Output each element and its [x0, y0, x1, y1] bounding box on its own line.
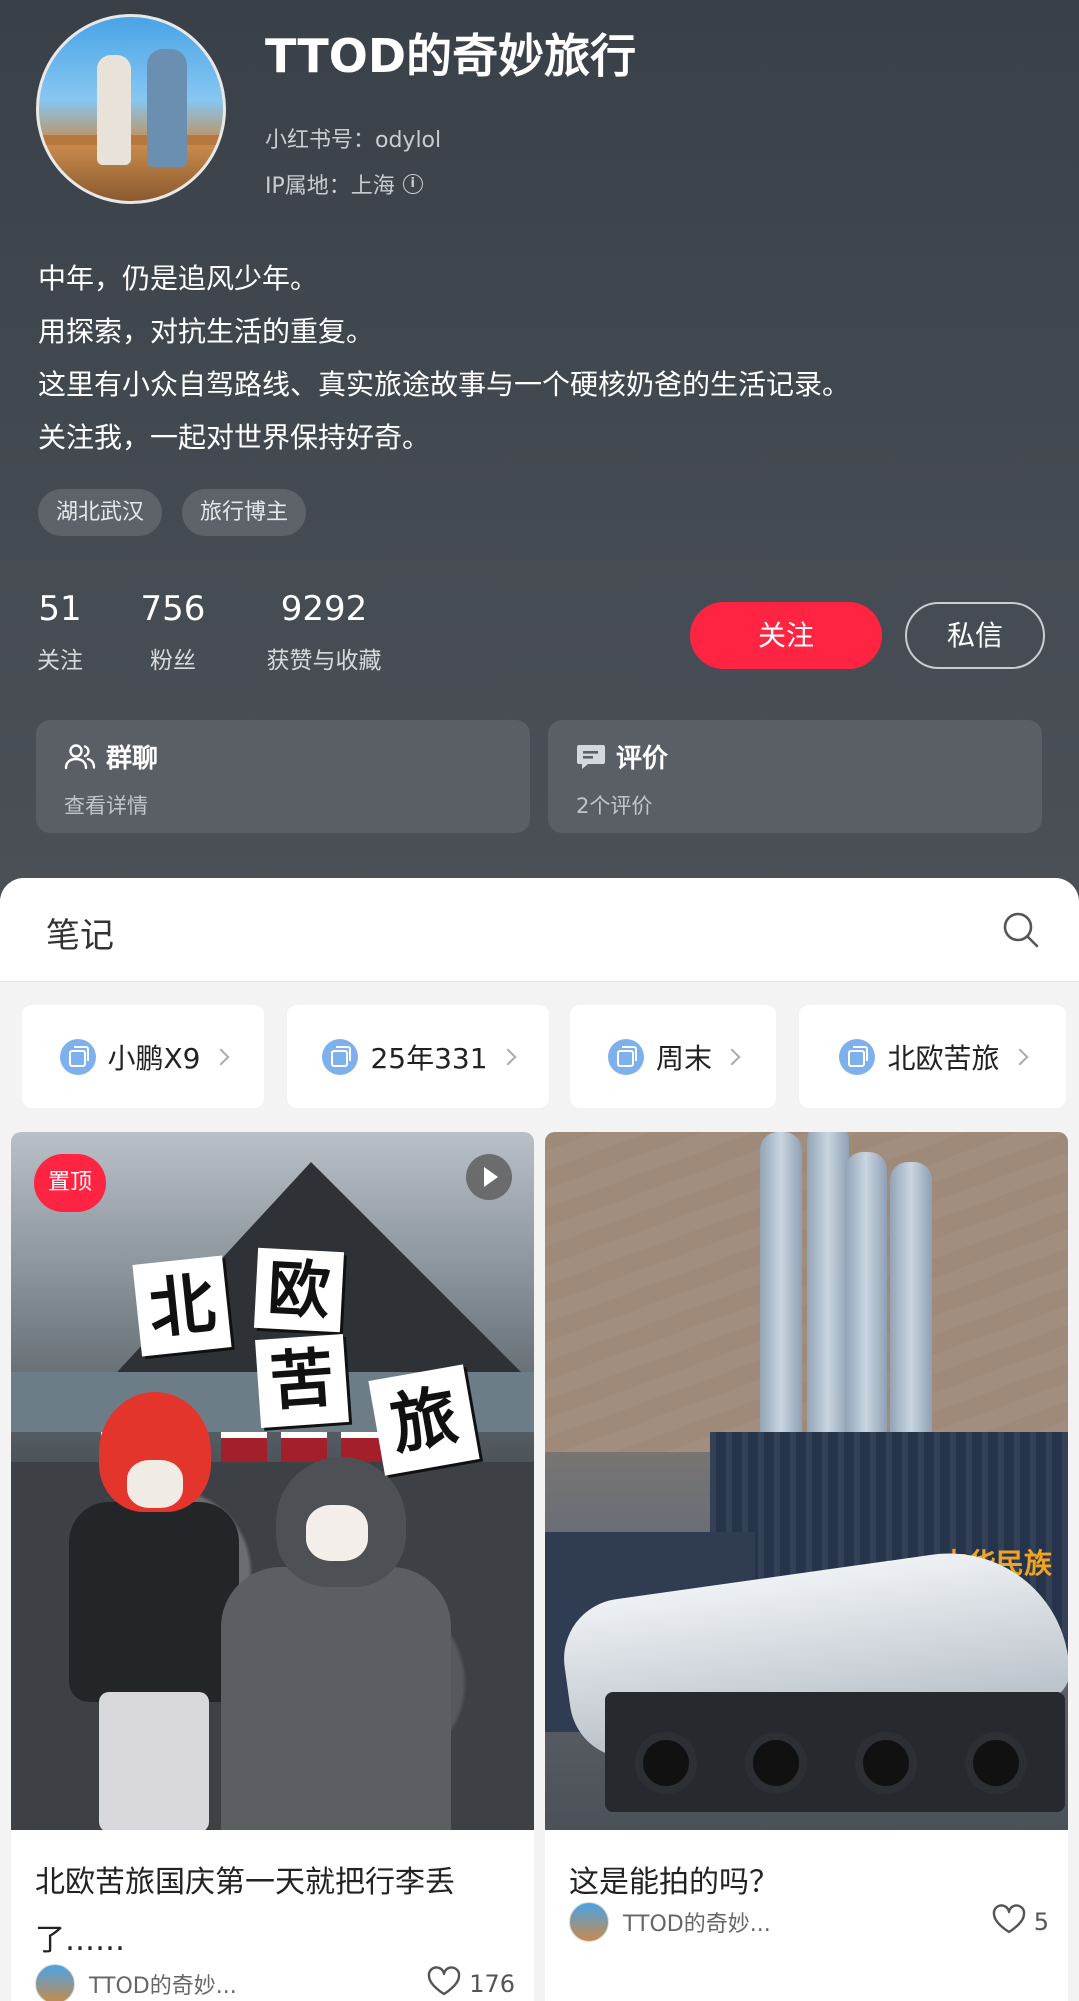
profile-tags: 湖北武汉 旅行博主 — [38, 489, 307, 536]
collection-chip[interactable]: 周末 — [570, 1005, 776, 1108]
like-button[interactable]: 176 — [427, 1966, 515, 2001]
info-icon[interactable]: i — [402, 174, 423, 194]
note-footer: TTOD的奇妙... 5 — [569, 1902, 1049, 1942]
collection-label: 北欧苦旅 — [887, 1041, 1000, 1075]
note-author[interactable]: TTOD的奇妙... — [35, 1964, 237, 2001]
bio-line: 这里有小众自驾路线、真实旅途故事与一个硬核奶爸的生活记录。 — [38, 368, 851, 401]
follow-button[interactable]: 关注 — [690, 602, 882, 669]
collection-icon — [839, 1038, 876, 1075]
note-author[interactable]: TTOD的奇妙... — [569, 1902, 771, 1942]
bio-line: 中年，仍是追风少年。 — [38, 262, 319, 295]
bio-line: 用探索，对抗生活的重复。 — [38, 315, 375, 348]
ip-location[interactable]: IP属地：上海 i — [265, 168, 423, 200]
chevron-right-icon — [723, 1048, 741, 1065]
play-icon — [466, 1154, 512, 1200]
stat-followers[interactable]: 756 粉丝 — [138, 585, 208, 675]
collection-chip[interactable]: 25年331 — [287, 1005, 549, 1108]
chevron-right-icon — [1011, 1048, 1028, 1065]
stat-following-count: 51 — [38, 589, 82, 629]
like-button[interactable]: 5 — [992, 1904, 1049, 1940]
cover-launch-tube — [807, 1132, 849, 1482]
heart-icon — [427, 1966, 461, 2001]
cover-text-char: 北 — [132, 1255, 232, 1357]
author-avatar — [569, 1902, 609, 1942]
search-icon[interactable] — [1001, 910, 1041, 954]
notes-panel: 笔记 小鹏X9 25年331 周末 北欧苦旅 北 欧 苦 旅 置顶 北欧苦旅国庆… — [0, 878, 1079, 2001]
group-chat-card[interactable]: 群聊 查看详情 — [36, 720, 530, 833]
collection-icon — [607, 1038, 644, 1075]
note-cover-image[interactable]: 中华民族 — [545, 1132, 1068, 1830]
avatar-railing — [39, 135, 223, 145]
collection-label: 小鹏X9 — [107, 1041, 201, 1075]
reviews-label: 评价 — [616, 744, 669, 774]
cover-wheel — [745, 1732, 807, 1794]
pinned-badge: 置顶 — [34, 1154, 107, 1212]
profile-header: TTOD的奇妙旅行 小红书号：odylol IP属地：上海 i 中年，仍是追风少… — [0, 0, 1079, 900]
stat-likes-label: 获赞与收藏 — [266, 648, 382, 674]
comment-icon — [576, 743, 606, 771]
collection-chip[interactable]: 北欧苦旅 — [799, 1005, 1066, 1108]
collections-row: 小鹏X9 25年331 周末 北欧苦旅 — [0, 1005, 1079, 1108]
note-title: 北欧苦旅国庆第一天就把行李丢了…… — [35, 1865, 455, 1958]
reviews-title: 评价 — [576, 738, 668, 775]
bio-line: 关注我，一起对世界保持好奇。 — [38, 421, 431, 454]
notes-tab-title[interactable]: 笔记 — [46, 908, 114, 957]
ip-location-text: IP属地：上海 — [265, 174, 395, 199]
profile-stats: 51 关注 756 粉丝 9292 获赞与收藏 — [0, 585, 420, 675]
author-name: TTOD的奇妙... — [623, 1912, 771, 1937]
tag-location: 湖北武汉 — [38, 489, 163, 536]
group-chat-sub: 查看详情 — [64, 794, 148, 818]
note-cover-image[interactable]: 北 欧 苦 旅 置顶 — [11, 1132, 534, 1830]
reviews-sub: 2个评价 — [576, 794, 653, 818]
cover-child-red-hat — [69, 1392, 239, 1830]
cover-wheel — [635, 1732, 697, 1794]
stat-followers-count: 756 — [140, 589, 206, 629]
reviews-card[interactable]: 评价 2个评价 — [548, 720, 1042, 833]
message-button[interactable]: 私信 — [905, 602, 1045, 669]
stat-likes-collects[interactable]: 9292 获赞与收藏 — [262, 585, 386, 675]
profile-bio: 中年，仍是追风少年。 用探索，对抗生活的重复。 这里有小众自驾路线、真实旅途故事… — [38, 252, 1038, 464]
stat-following-label: 关注 — [37, 648, 83, 674]
stat-likes-count: 9292 — [280, 589, 368, 629]
tag-role: 旅行博主 — [182, 489, 307, 536]
like-count: 5 — [1033, 1908, 1049, 1936]
cover-text-char: 苦 — [255, 1334, 349, 1428]
like-count: 176 — [469, 1970, 515, 1998]
collection-icon — [59, 1038, 96, 1075]
profile-name: TTOD的奇妙旅行 — [265, 29, 637, 83]
collection-chip[interactable]: 小鹏X9 — [22, 1005, 264, 1108]
collection-label: 周末 — [655, 1041, 712, 1075]
avatar-person-left — [97, 55, 131, 165]
notes-header: 笔记 — [0, 878, 1079, 982]
cover-text-char: 旅 — [368, 1364, 480, 1476]
heart-icon — [992, 1904, 1026, 1940]
note-footer: TTOD的奇妙... 176 — [35, 1964, 515, 2001]
stat-followers-label: 粉丝 — [150, 648, 196, 674]
group-chat-title: 群聊 — [64, 738, 158, 775]
author-avatar — [35, 1964, 75, 2001]
note-card[interactable]: 中华民族 这是能拍的吗？ TTOD的奇妙... 5 — [545, 1132, 1068, 2001]
chevron-right-icon — [212, 1048, 229, 1065]
cover-wheel — [855, 1732, 917, 1794]
note-card[interactable]: 北 欧 苦 旅 置顶 北欧苦旅国庆第一天就把行李丢了…… TTOD的奇妙... … — [11, 1132, 534, 2001]
cover-wheel — [965, 1732, 1027, 1794]
cover-child-grey-hood — [221, 1457, 451, 1830]
stat-following[interactable]: 51 关注 — [36, 585, 84, 675]
avatar-person-right — [147, 49, 187, 167]
cover-text-char: 欧 — [253, 1247, 345, 1333]
chevron-right-icon — [499, 1048, 517, 1065]
group-icon — [64, 743, 96, 771]
red-id[interactable]: 小红书号：odylol — [265, 122, 441, 154]
author-name: TTOD的奇妙... — [89, 1974, 237, 1999]
collection-icon — [322, 1038, 359, 1075]
group-chat-label: 群聊 — [106, 744, 159, 774]
collection-label: 25年331 — [370, 1041, 488, 1075]
avatar[interactable] — [36, 14, 226, 204]
